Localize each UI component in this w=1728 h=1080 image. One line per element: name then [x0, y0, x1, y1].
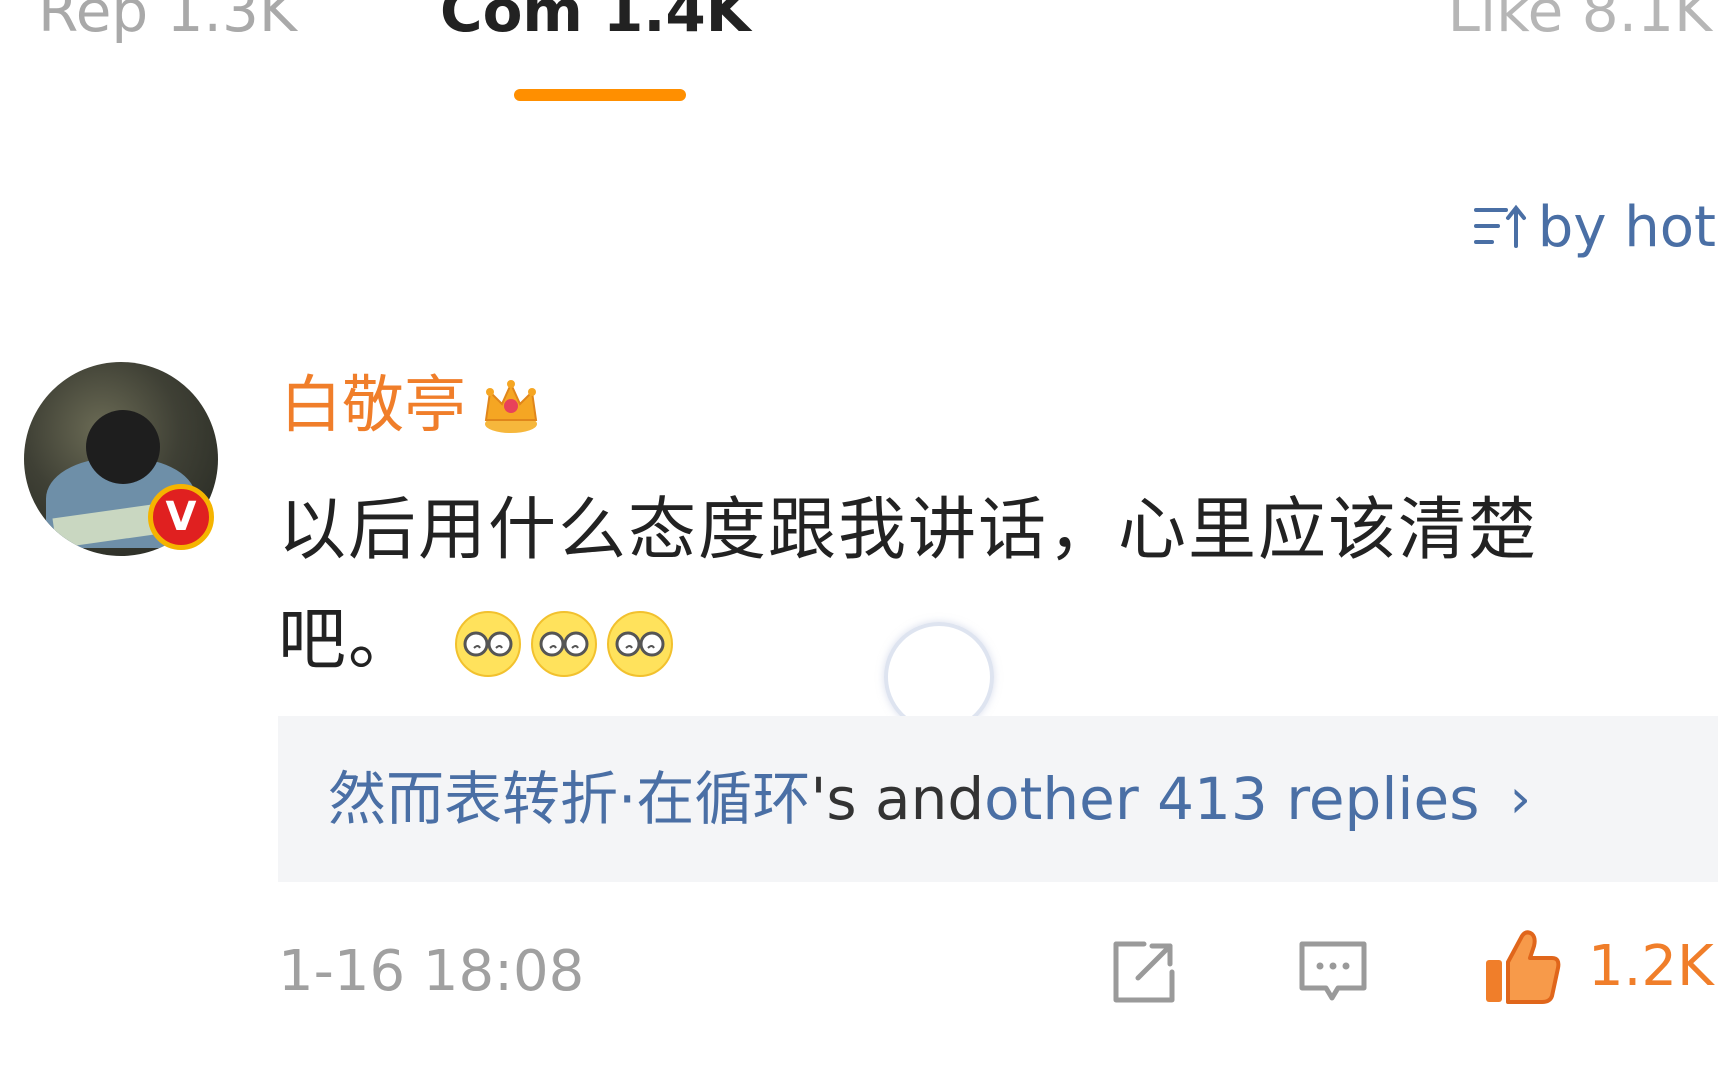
- verified-badge: V: [148, 484, 214, 550]
- emoji-group: [452, 608, 676, 680]
- glasses-emoji-icon: [454, 611, 521, 678]
- chevron-right-icon: ›: [1509, 767, 1532, 830]
- tab-likes[interactable]: Like 8.1K: [1448, 0, 1712, 40]
- avatar-figure-head: [86, 410, 160, 484]
- tab-comments[interactable]: Com 1.4K: [440, 0, 751, 40]
- sort-toggle[interactable]: by hot: [1472, 200, 1716, 256]
- thumbs-up-icon: [1486, 930, 1561, 1004]
- other-replies-link[interactable]: other 413 replies: [984, 770, 1479, 828]
- like-count: 1.2K: [1588, 934, 1714, 999]
- glasses-emoji-icon: [530, 611, 597, 678]
- tab-bar: Rep 1.3K Com 1.4K Like 8.1K: [0, 0, 1728, 110]
- share-icon[interactable]: [1108, 936, 1180, 1008]
- sort-label: by hot: [1537, 195, 1716, 260]
- username[interactable]: 白敬亭: [280, 374, 466, 436]
- replies-preview[interactable]: 然而表转折·在循环 's and other 413 replies ›: [278, 716, 1718, 882]
- like-button[interactable]: 1.2K: [1482, 926, 1714, 1008]
- crown-icon: [484, 380, 538, 433]
- comment-header: 白敬亭: [280, 372, 544, 438]
- comment-page: Rep 1.3K Com 1.4K Like 8.1K by hot V 白敬亭: [0, 0, 1728, 1080]
- reply-connector: 's and: [810, 765, 985, 833]
- reply-user-name[interactable]: 然而表转折·在循环: [328, 770, 810, 828]
- tab-reposts[interactable]: Rep 1.3K: [38, 0, 297, 40]
- glasses-emoji-icon: [606, 611, 673, 678]
- active-tab-indicator: [514, 89, 686, 101]
- reply-icon[interactable]: [1296, 936, 1370, 1008]
- sort-icon: [1473, 204, 1526, 248]
- comment-timestamp: 1-16 18:08: [278, 939, 585, 1004]
